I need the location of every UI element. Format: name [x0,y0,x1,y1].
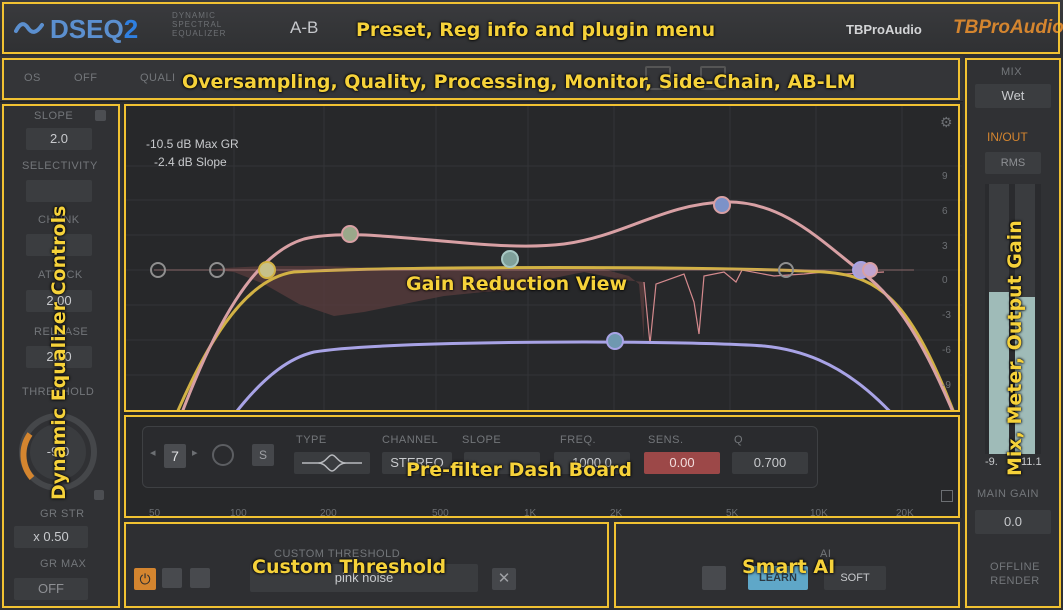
level-meter [985,184,1041,454]
brand-logo[interactable]: TBProAudio [953,17,1063,39]
dseq2-plugin-window: DSEQ2 DYNAMIC SPECTRAL EQUALIZER A-B TBP… [0,0,1063,610]
soft-select[interactable]: SOFT [824,566,886,590]
db-scale: 9 6 3 0 -3 -6 -9 [942,160,951,404]
dynamic-eq-controls: SLOPE 2.0 SELECTIVITY CHUNK ATTACK 2.00 … [0,104,122,610]
threshold-label: THRESHOLD [22,386,95,398]
custom-threshold-title: CUSTOM THRESHOLD [274,548,401,560]
next-band-icon[interactable]: ▸ [192,446,198,459]
selectivity-value[interactable] [26,180,92,202]
logo-suffix: 2 [123,14,139,44]
logo-prefix: DSEQ [50,14,124,44]
quality-label[interactable]: QUALI [140,72,176,84]
gr-max-label: GR MAX [40,558,87,570]
meter-left-value: -9. [985,456,998,468]
band-number[interactable]: 7 [164,444,186,468]
meter-right-fill [1015,297,1035,454]
db-tick: -3 [942,310,951,322]
db-tick: 6 [942,205,948,217]
slope-label: SLOPE [34,110,74,122]
attack-label: ATTACK [38,269,83,281]
processing-bar: OS OFF QUALI [0,56,963,102]
release-label: RELEASE [34,326,89,338]
rms-button[interactable]: RMS [985,152,1041,174]
sidechain-button[interactable] [700,66,726,90]
os-value[interactable]: OFF [74,72,98,84]
q-header: Q [734,434,744,446]
main-gain-label: MAIN GAIN [977,488,1039,500]
release-value[interactable]: 2.00 [26,346,92,368]
ai-window-icon[interactable] [702,566,726,590]
monitor-button[interactable] [645,66,671,90]
type-header: TYPE [296,434,327,446]
os-label: OS [24,72,41,84]
threshold-toggle-icon[interactable] [94,490,104,500]
mix-label: MIX [1001,66,1023,78]
max-gr-readout: -10.5 dB Max GR [146,137,239,151]
db-tick: -6 [942,344,951,356]
channel-select[interactable]: STEREO [382,452,452,474]
main-gain-value[interactable]: 0.0 [975,510,1051,534]
q-input[interactable]: 0.700 [732,452,808,474]
header-bar: DSEQ2 DYNAMIC SPECTRAL EQUALIZER A-B TBP… [0,0,1063,56]
ab-button[interactable]: A-B [290,18,318,38]
attack-value[interactable]: 2.00 [26,290,92,312]
file-icon[interactable] [190,568,210,588]
threshold-value: -9.0 [46,444,70,459]
db-tick: 9 [942,171,948,182]
db-tick: -9 [942,379,951,391]
sens-input[interactable]: 0.00 [644,452,720,474]
meter-left-fill [989,292,1009,454]
clear-threshold-icon[interactable]: ✕ [492,568,516,590]
chunk-value[interactable] [26,234,92,256]
freq-input[interactable]: 1000.0 [554,452,630,474]
learn-button[interactable]: LEARN [748,566,808,590]
freq-header: FREQ. [560,434,597,446]
smart-ai-title: AI [820,548,832,560]
meter-right-track [1015,184,1035,454]
mix-value[interactable]: Wet [975,84,1051,108]
brand-label: TBProAudio [846,22,922,37]
logo-text: DSEQ2 [50,14,138,45]
filter-type-selector[interactable] [294,452,370,474]
sens-header: SENS. [648,434,684,446]
settings-gear-icon[interactable]: ⚙ [940,114,953,131]
slope-toggle-icon[interactable] [95,110,106,121]
db-tick: 0 [942,275,948,287]
offline-render-button[interactable]: OFFLINE RENDER [983,560,1047,588]
channel-header: CHANNEL [382,434,439,446]
slope-select[interactable] [464,452,540,474]
mix-meter-output-panel: MIX Wet IN/OUT RMS -9. 11.1 MAIN GAIN 0.… [963,56,1063,610]
gr-max-value[interactable]: OFF [14,578,88,600]
zoom-icon[interactable] [941,490,953,502]
logo-subtitle: DYNAMIC SPECTRAL EQUALIZER [172,11,227,38]
custom-threshold-value[interactable]: pink noise [250,564,478,592]
bottom-panels: CUSTOM THRESHOLD ⏻ pink noise ✕ AI LEARN… [124,518,962,610]
band-power-icon[interactable] [212,444,234,466]
prefilter-dashboard: ◂ 7 ▸ S TYPE CHANNEL SLOPE FREQ. SENS. Q… [124,412,962,519]
chunk-label: CHUNK [38,214,80,226]
db-tick: 3 [942,240,948,252]
slope-header: SLOPE [462,434,502,446]
bell-filter-icon [302,454,362,472]
prev-band-icon[interactable]: ◂ [150,446,156,459]
gain-reduction-view[interactable]: -10.5 dB Max GR -2.4 dB Slope ⚙ 9 6 3 0 … [124,104,962,518]
inout-button[interactable]: IN/OUT [987,130,1028,144]
slope-value[interactable]: 2.0 [26,128,92,150]
selectivity-label: SELECTIVITY [22,160,98,172]
record-icon[interactable] [162,568,182,588]
custom-threshold-power-icon[interactable]: ⏻ [134,568,156,590]
solo-button[interactable]: S [252,444,274,466]
gr-str-value[interactable]: x 0.50 [14,526,88,548]
meter-right-value: 11.1 [1021,456,1042,468]
gr-str-label: GR STR [40,508,85,520]
meter-left-track [989,184,1009,454]
logo-wave-icon [14,17,44,39]
slope-readout: -2.4 dB Slope [154,155,227,169]
